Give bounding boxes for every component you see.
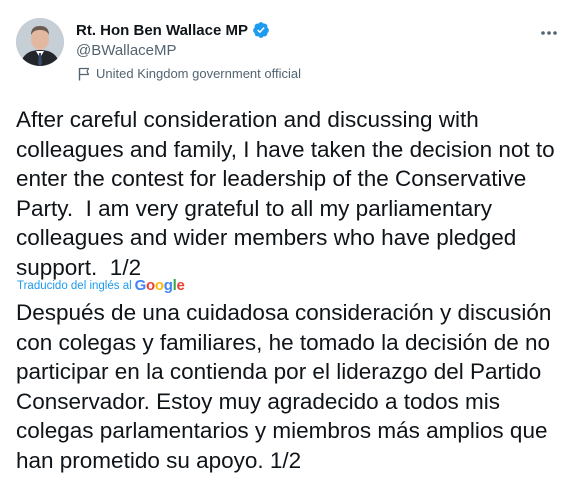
tweet: Rt. Hon Ben Wallace MP @BWallaceMP Unite… bbox=[0, 0, 580, 479]
author-handle[interactable]: @BWallaceMP bbox=[76, 42, 177, 59]
google-logo: Google bbox=[134, 277, 185, 294]
more-options-icon bbox=[541, 31, 557, 35]
translated-tweet-text: Después de una cuidadosa consideración y… bbox=[16, 300, 552, 473]
flag-icon bbox=[78, 67, 90, 80]
author-display-name[interactable]: Rt. Hon Ben Wallace MP bbox=[76, 22, 248, 39]
government-label: United Kingdom government official bbox=[78, 66, 301, 81]
avatar[interactable] bbox=[16, 18, 64, 66]
verified-badge-icon bbox=[253, 22, 269, 38]
tweet-text: After careful consideration and discussi… bbox=[16, 107, 555, 280]
avatar-image bbox=[16, 18, 64, 66]
government-label-text: United Kingdom government official bbox=[96, 66, 301, 81]
author-name-row[interactable]: Rt. Hon Ben Wallace MP bbox=[76, 19, 270, 41]
translated-by-label[interactable]: Traducido del inglés al bbox=[17, 280, 132, 292]
translation-attribution[interactable]: Traducido del inglés al Google bbox=[17, 278, 185, 294]
more-options-button[interactable] bbox=[536, 20, 562, 46]
